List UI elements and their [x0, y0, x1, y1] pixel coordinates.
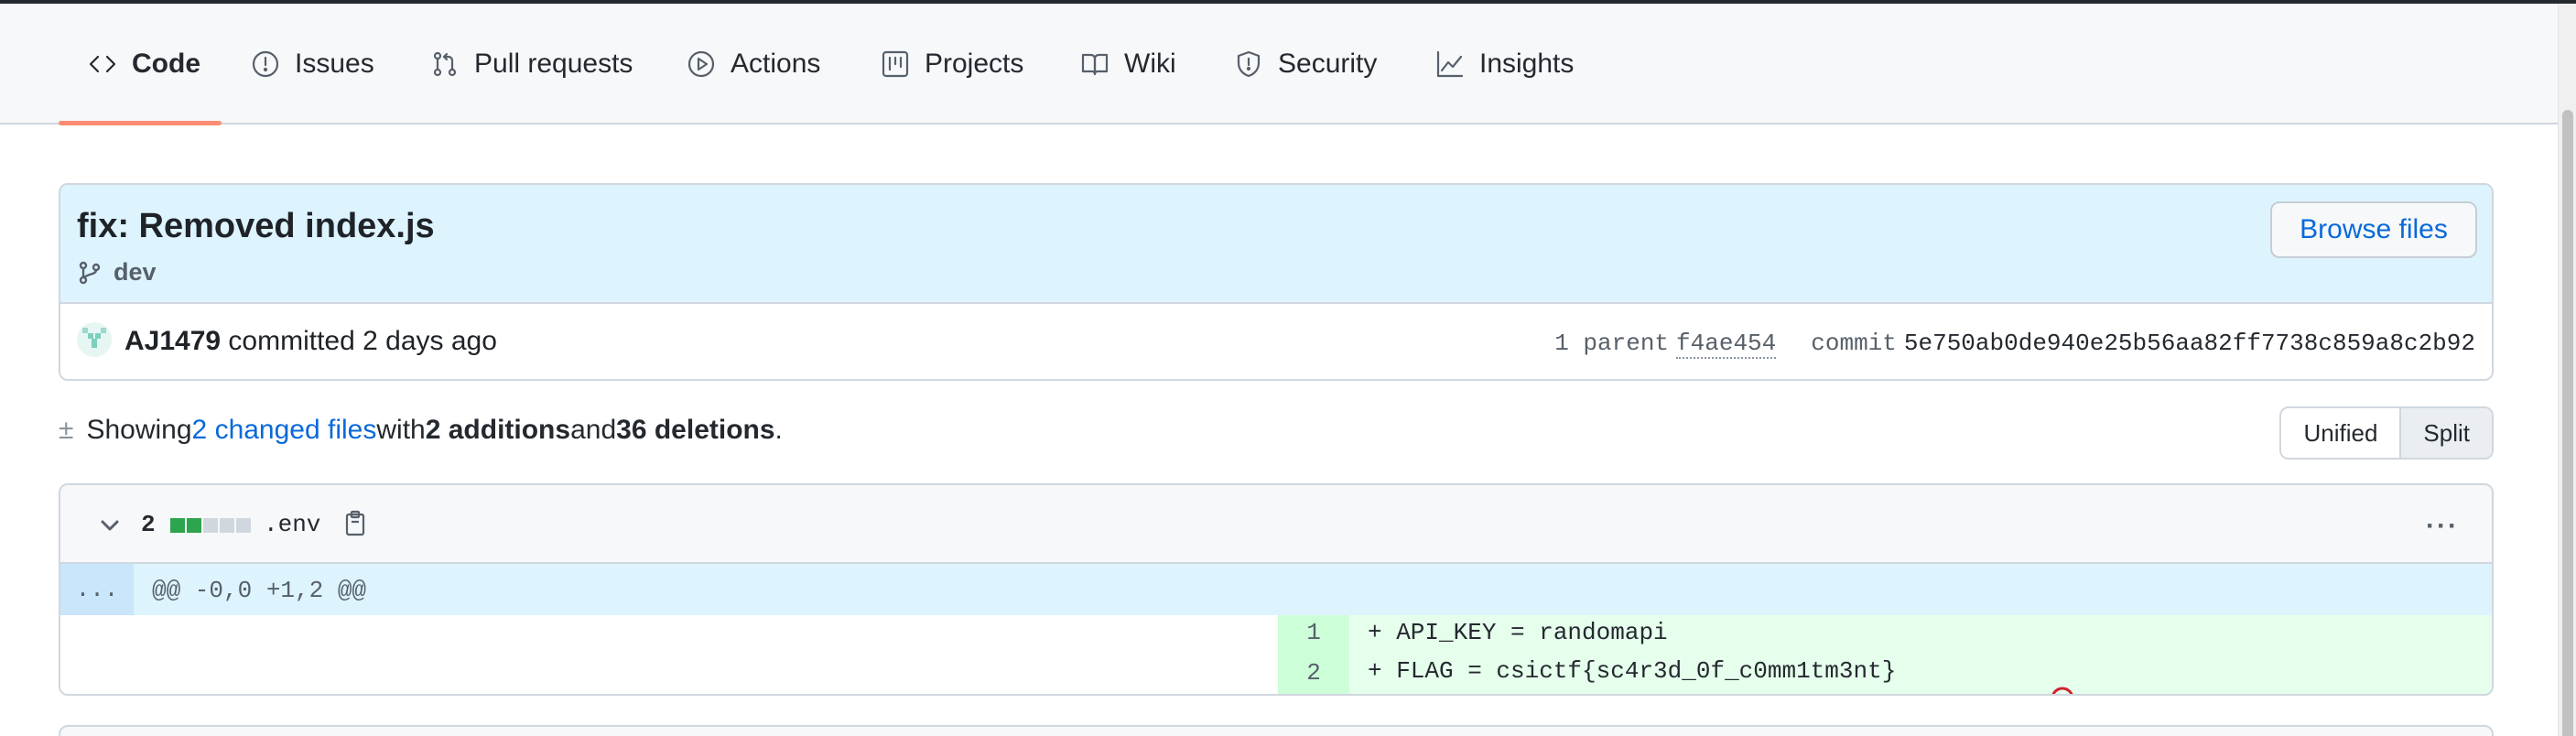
tab-label: Projects — [925, 49, 1024, 79]
hunk-header: ... @@ -0,0 +1,2 @@ — [60, 564, 2492, 615]
summary-suffix: . — [774, 415, 783, 445]
committed-time: committed 2 days ago — [221, 326, 497, 356]
file-header: 2 .env ··· — [60, 485, 2492, 564]
tab-projects[interactable]: Projects — [881, 4, 1023, 124]
commit-author-line: AJ1479 committed 2 days ago — [124, 326, 497, 357]
split-view-button[interactable]: Split — [2399, 408, 2492, 458]
chevron-down-icon — [101, 520, 119, 531]
commit-title-bar: fix: Removed index.js dev Browse files — [60, 185, 2492, 304]
diffstat-bar — [170, 518, 251, 533]
author-name[interactable]: AJ1479 — [124, 326, 221, 356]
commit-title: fix: Removed index.js — [77, 207, 435, 245]
diff-view-toggle: Unified Split — [2279, 406, 2494, 460]
file-diff: 2 .env ··· ... @@ -0,0 +1,2 @@ 1 2 + API… — [59, 483, 2494, 696]
parent-label: 1 parent — [1554, 330, 1670, 357]
right-line-numbers: 1 2 — [1278, 615, 1349, 694]
diff-summary: ± Showing 2 changed files with 2 additio… — [59, 410, 783, 450]
code-text: + FLAG = csictf{sc4r3d_0f_c0mm1tm3nt} — [1368, 657, 1897, 685]
left-side-empty — [60, 615, 1278, 694]
line-number[interactable]: 1 — [1278, 619, 1349, 646]
diff-rows: 1 2 + API_KEY = randomapi + FLAG = csict… — [60, 615, 2492, 694]
graph-icon — [1436, 50, 1464, 78]
commit-label: commit — [1811, 330, 1897, 357]
diffstat-neutral-block — [203, 518, 218, 533]
copy-icon — [345, 510, 365, 536]
scrollbar-thumb[interactable] — [2562, 110, 2573, 736]
commit-sha: 5e750ab0de940e25b56aa82ff7738c859a8c2b92 — [1903, 330, 2475, 357]
tab-label: Pull requests — [474, 49, 633, 79]
tab-issues[interactable]: Issues — [251, 4, 374, 124]
additions-count: 2 additions — [425, 415, 571, 445]
repo-nav: Code Issues Pull requests Actions Projec… — [0, 4, 2558, 125]
commit-header: fix: Removed index.js dev Browse files A… — [59, 183, 2494, 381]
code-text: + API_KEY = randomapi — [1368, 619, 1668, 646]
diffstat-addition-block — [170, 518, 185, 533]
play-icon — [687, 50, 715, 78]
unified-view-button[interactable]: Unified — [2281, 408, 2400, 458]
issue-icon — [252, 50, 279, 78]
summary-and: and — [570, 415, 617, 445]
selected-tab-indicator — [59, 121, 222, 125]
changed-files-link[interactable]: 2 changed files — [192, 415, 377, 446]
deletions-count: 36 deletions — [616, 415, 775, 445]
summary-with: with — [376, 415, 426, 445]
book-icon — [1081, 53, 1109, 76]
collapse-toggle[interactable] — [97, 513, 123, 538]
code-line: + API_KEY = randomapi — [1368, 619, 1668, 646]
tab-code[interactable]: Code — [88, 4, 200, 124]
tab-label: Issues — [295, 49, 374, 79]
commit-parent-info: 1 parent f4ae454 commit 5e750ab0de940e25… — [1554, 330, 2475, 359]
file-change-count: 2 — [141, 511, 156, 538]
diffstat-neutral-block — [220, 518, 234, 533]
diffstat-neutral-block — [236, 518, 251, 533]
stop-icon[interactable] — [1907, 658, 2073, 694]
pull-request-icon — [433, 51, 457, 77]
file-name-link[interactable]: .env — [264, 511, 320, 538]
tab-insights[interactable]: Insights — [1435, 4, 1574, 124]
branch-name: dev — [114, 258, 157, 286]
project-icon — [882, 50, 909, 78]
tab-label: Security — [1278, 49, 1378, 79]
expand-hunk-button[interactable]: ... — [60, 564, 134, 615]
diffstat-addition-block — [187, 518, 201, 533]
branch-label[interactable]: dev — [77, 258, 157, 287]
diff-icon: ± — [59, 415, 74, 445]
tab-label: Insights — [1479, 49, 1575, 79]
commit-meta: AJ1479 committed 2 days ago 1 parent f4a… — [60, 304, 2492, 379]
tab-security[interactable]: Security — [1234, 4, 1377, 124]
browse-files-button[interactable]: Browse files — [2270, 201, 2477, 258]
right-code-lines: + API_KEY = randomapi + FLAG = csictf{sc… — [1349, 615, 2492, 694]
avatar[interactable] — [77, 322, 112, 357]
tab-label: Actions — [731, 49, 821, 79]
tab-label: Wiki — [1124, 49, 1176, 79]
page-scrollbar[interactable] — [2558, 4, 2576, 736]
code-line: + FLAG = csictf{sc4r3d_0f_c0mm1tm3nt} — [1368, 657, 2073, 694]
code-icon — [89, 55, 116, 73]
shield-icon — [1237, 50, 1261, 78]
tab-label: Code — [132, 49, 200, 79]
parent-sha-link[interactable]: f4ae454 — [1676, 330, 1777, 359]
hunk-header-text: @@ -0,0 +1,2 @@ — [152, 577, 367, 604]
summary-prefix: Showing — [86, 415, 192, 445]
branch-icon — [79, 261, 101, 284]
tab-actions[interactable]: Actions — [687, 4, 820, 124]
line-number[interactable]: 2 — [1278, 659, 1349, 687]
tab-wiki[interactable]: Wiki — [1080, 4, 1176, 124]
kebab-menu-icon[interactable]: ··· — [2426, 511, 2459, 542]
copy-path-button[interactable] — [341, 509, 370, 538]
tab-pull-requests[interactable]: Pull requests — [430, 4, 633, 124]
next-file-diff — [59, 725, 2494, 736]
